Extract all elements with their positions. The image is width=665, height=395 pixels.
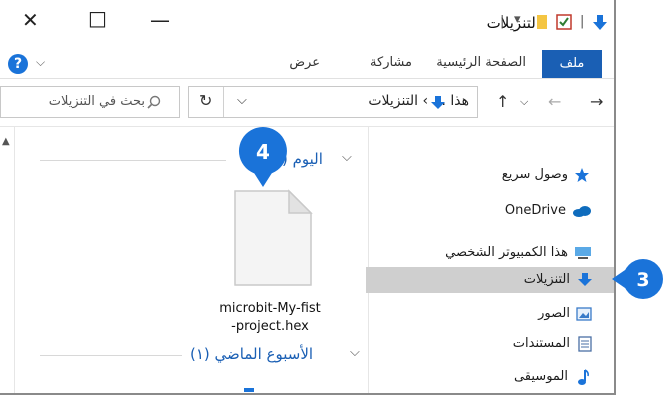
- sidebar-item-this-pc[interactable]: هذا الكمبيوتر الشخصي: [414, 240, 614, 266]
- chevron-down-icon[interactable]: ⌵: [237, 93, 247, 108]
- breadcrumb[interactable]: هذا ... › التنزيلات: [368, 93, 469, 109]
- chevron-down-icon[interactable]: ⌵: [350, 345, 360, 360]
- callout-badge-3: 3: [612, 259, 663, 299]
- forward-arrow-icon[interactable]: →: [590, 92, 603, 111]
- group-divider: [40, 355, 182, 356]
- sidebar-item-music[interactable]: الموسيقى: [454, 364, 614, 390]
- sidebar-item-onedrive[interactable]: OneDrive: [454, 198, 614, 224]
- new-folder-icon[interactable]: [534, 14, 550, 30]
- search-placeholder: بحث في التنزيلات: [48, 94, 145, 109]
- callout-badge-4: 4: [238, 127, 287, 187]
- qa-dropdown-icon[interactable]: ▾: [514, 12, 521, 27]
- up-arrow-icon[interactable]: ↑: [496, 92, 509, 111]
- properties-check-icon[interactable]: [556, 14, 572, 30]
- address-bar[interactable]: ↻ ⌵ هذا ... › التنزيلات: [188, 86, 478, 118]
- pictures-icon: [576, 307, 592, 321]
- recent-dropdown-icon[interactable]: ⌵: [520, 95, 528, 109]
- separator-icon: |: [500, 14, 505, 29]
- search-input[interactable]: بحث في التنزيلات: [0, 86, 180, 118]
- tab-home[interactable]: الصفحة الرئيسية: [436, 55, 526, 70]
- tab-share[interactable]: مشاركة: [370, 55, 412, 70]
- sidebar-item-pictures[interactable]: الصور: [454, 301, 614, 327]
- tab-view[interactable]: عرض: [289, 55, 320, 70]
- minimize-button[interactable]: —: [150, 8, 170, 32]
- download-arrow-icon[interactable]: [592, 14, 608, 32]
- title-bar: ✕ □ — التنزيلات | ▾ |: [0, 0, 614, 50]
- scrollbar[interactable]: [0, 127, 15, 393]
- nav-pane-divider[interactable]: [368, 127, 369, 393]
- ribbon-tabs: ملف الصفحة الرئيسية مشاركة عرض ? ⌵: [0, 50, 614, 79]
- sidebar-item-downloads[interactable]: التنزيلات: [366, 267, 614, 293]
- badge-3-text: 3: [636, 269, 649, 291]
- badge-4-text: 4: [256, 140, 270, 164]
- close-button[interactable]: ✕: [22, 8, 39, 32]
- star-icon: [575, 168, 589, 182]
- file-icon[interactable]: [233, 189, 313, 287]
- download-arrow-icon: [431, 96, 445, 109]
- sidebar-item-quick-access[interactable]: وصول سريع: [454, 162, 614, 188]
- file-name-label[interactable]: microbit-My-fist -project.hex: [200, 300, 340, 336]
- separator-icon: |: [580, 14, 585, 29]
- group-divider: [40, 160, 226, 161]
- file-icon-partial: [244, 388, 254, 392]
- addr-divider: [223, 87, 224, 117]
- download-arrow-icon: [578, 273, 592, 286]
- music-icon: [578, 369, 589, 385]
- scroll-up-icon[interactable]: ▲: [2, 136, 10, 147]
- content-divider: [0, 126, 614, 127]
- chevron-down-icon[interactable]: ⌵: [342, 150, 352, 165]
- ribbon-expand-icon[interactable]: ⌵: [36, 55, 45, 70]
- file-name-line2: -project.hex: [231, 319, 309, 334]
- tab-file[interactable]: ملف: [542, 50, 602, 78]
- computer-icon: [575, 247, 591, 259]
- cloud-icon: [573, 206, 591, 217]
- sidebar-item-documents[interactable]: المستندات: [454, 331, 614, 357]
- documents-icon: [578, 336, 592, 352]
- refresh-icon[interactable]: ↻: [199, 91, 212, 110]
- file-explorer-window: ✕ □ — التنزيلات | ▾ | ملف الصفحة الرئيسي…: [0, 0, 616, 395]
- address-row: بحث في التنزيلات ↻ ⌵ هذا ... › التنزيلات…: [0, 78, 614, 126]
- search-icon: [147, 95, 161, 109]
- group-header-last-week[interactable]: الأسبوع الماضي (١): [190, 345, 313, 363]
- file-name-line1: microbit-My-fist: [219, 301, 321, 316]
- help-button[interactable]: ?: [8, 54, 28, 74]
- maximize-button[interactable]: □: [88, 6, 107, 30]
- back-arrow-icon[interactable]: ←: [548, 92, 561, 111]
